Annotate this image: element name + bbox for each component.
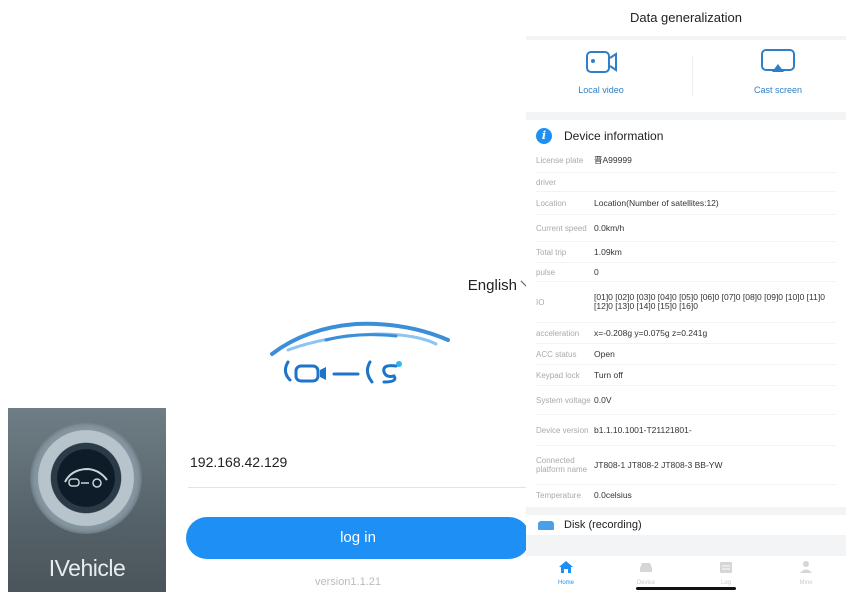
info-row: pulse 0 <box>536 263 836 282</box>
ip-address-input[interactable]: 192.168.42.129 <box>190 454 287 470</box>
car-logo-icon <box>64 467 108 488</box>
info-value: [01]0 [02]0 [03]0 [04]0 [05]0 [06]0 [07]… <box>594 292 825 311</box>
info-value: 1.09km <box>594 246 622 257</box>
info-row: License plate 晋A99999 <box>536 148 836 173</box>
tab-label: Device <box>636 580 656 586</box>
local-video-button[interactable]: Local video <box>546 48 656 95</box>
tab-label: Home <box>557 580 574 586</box>
info-key: License plate <box>536 155 584 165</box>
language-label: English <box>467 277 517 294</box>
device-information-header: i Device information <box>536 124 836 148</box>
info-value: 0 <box>594 266 599 277</box>
info-icon: i <box>536 128 552 144</box>
language-selector[interactable]: English <box>467 274 534 294</box>
disk-section[interactable]: Disk (recording) <box>526 515 846 535</box>
info-key: IO <box>536 297 545 307</box>
page-title: Data generalization <box>526 0 846 36</box>
app-icon[interactable]: IVehicle <box>8 408 166 592</box>
tab-mine[interactable]: Mine <box>766 556 846 592</box>
info-row: IO [01]0 [02]0 [03]0 [04]0 [05]0 [06]0 [0… <box>536 282 836 323</box>
login-button[interactable]: log in <box>186 517 530 559</box>
home-icon <box>559 561 573 573</box>
quick-actions: Local video Cast screen <box>526 40 846 112</box>
info-value: 0.0km/h <box>594 222 625 233</box>
info-key: Temperature <box>536 490 581 500</box>
log-icon <box>720 562 732 573</box>
info-key: System voltage <box>536 395 591 405</box>
info-key: Connected platform name <box>536 456 588 474</box>
tab-label: Mine <box>799 580 813 586</box>
hard-disk-icon <box>538 520 554 530</box>
app-name: IVehicle <box>48 555 126 581</box>
divider <box>692 56 693 96</box>
info-key: Keypad lock <box>536 370 580 380</box>
device-information-section: i Device information License plate 晋A9999… <box>526 120 846 507</box>
user-icon <box>800 561 812 573</box>
info-value: 0.0V <box>594 394 612 405</box>
login-panel: English 192.168.42.129 log in version1.1… <box>166 258 534 592</box>
tab-label: Log <box>720 580 731 586</box>
info-value: b1.1.10.1001-T21121801- <box>594 424 692 435</box>
info-row: ACC status Open <box>536 344 836 365</box>
info-value: 0.0celsius <box>594 489 632 500</box>
info-row: Device version b1.1.10.1001-T21121801- <box>536 415 836 446</box>
data-generalization-panel: Data generalization Local video Cast scr… <box>526 0 846 592</box>
info-value: Open <box>594 348 615 359</box>
info-row: Total trip 1.09km <box>536 242 836 263</box>
info-key: Location <box>536 198 567 208</box>
info-value: x=-0.208g y=0.075g z=0.241g <box>594 327 708 338</box>
info-key: driver <box>536 177 557 187</box>
home-indicator <box>636 587 736 590</box>
cast-screen-button[interactable]: Cast screen <box>723 48 833 95</box>
info-key: pulse <box>536 267 556 277</box>
info-row: Location Location(Number of satellites:12… <box>536 192 836 215</box>
info-row: Keypad lock Turn off <box>536 365 836 386</box>
cast-screen-icon <box>761 49 795 72</box>
info-value: JT808-1 JT808-2 JT808-3 BB-YW <box>594 459 723 470</box>
info-row: Temperature 0.0celsius <box>536 485 836 505</box>
cast-screen-label: Cast screen <box>753 85 803 95</box>
local-video-label: Local video <box>578 85 624 95</box>
device-information-title: Device information <box>564 129 664 143</box>
tab-home[interactable]: Home <box>526 556 606 592</box>
info-row: acceleration x=-0.208g y=0.075g z=0.241g <box>536 323 836 344</box>
info-row: System voltage 0.0V <box>536 386 836 415</box>
info-key: Current speed <box>536 223 587 233</box>
app-logo-ring <box>30 422 142 534</box>
info-row: Connected platform name JT808-1 JT808-2 J… <box>536 446 836 485</box>
info-row: Current speed 0.0km/h <box>536 215 836 242</box>
info-value: Turn off <box>594 369 623 380</box>
camera-icon <box>586 51 617 73</box>
info-key: Device version <box>536 425 589 435</box>
input-underline <box>188 487 530 488</box>
info-key: Total trip <box>536 247 567 257</box>
info-key: acceleration <box>536 328 580 338</box>
version-label: version1.1.21 <box>314 576 382 588</box>
app-logo <box>270 321 450 384</box>
info-row: driver <box>536 173 836 192</box>
info-key: ACC status <box>536 349 577 359</box>
info-value: 晋A99999 <box>594 154 632 165</box>
car-icon <box>640 563 652 572</box>
info-value: Location(Number of satellites:12) <box>594 197 719 208</box>
disk-title: Disk (recording) <box>564 519 642 531</box>
